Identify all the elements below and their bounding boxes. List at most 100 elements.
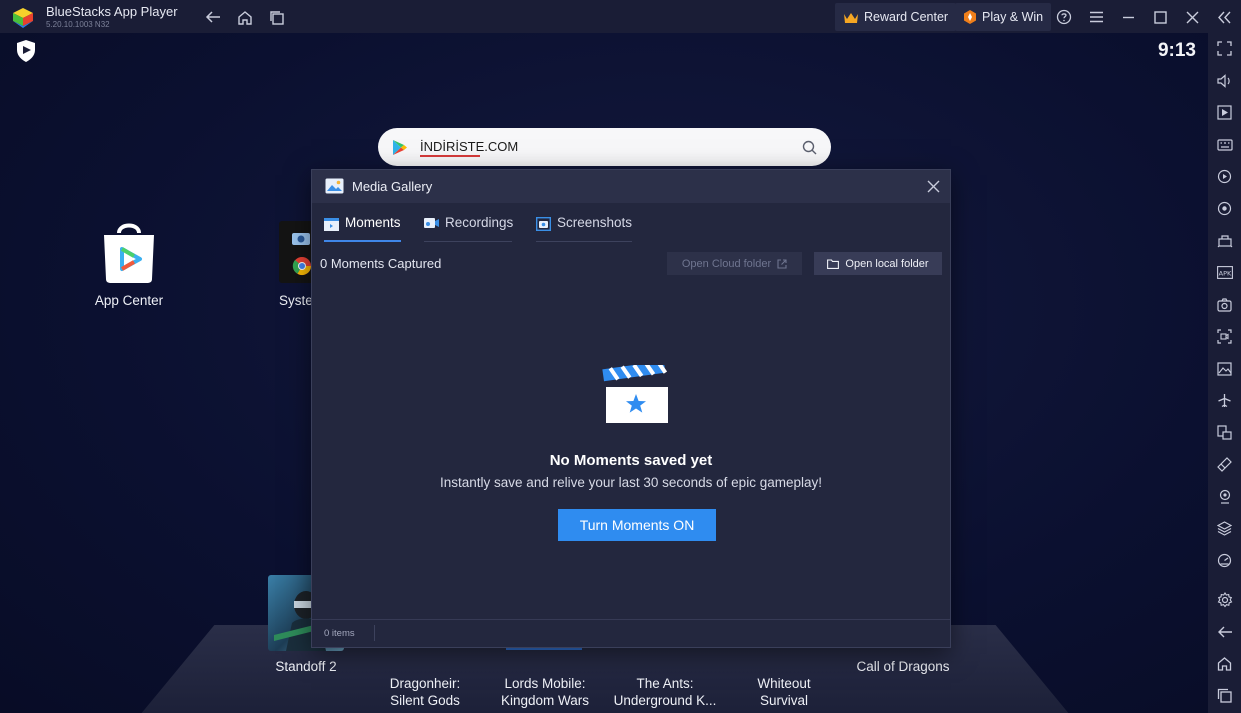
active-tab-indicator <box>324 240 401 242</box>
multi-instance-icon[interactable] <box>1215 423 1234 442</box>
tab-screenshots[interactable]: Screenshots <box>535 215 633 242</box>
home-icon[interactable] <box>235 7 255 27</box>
screenshot-icon[interactable] <box>1215 295 1234 314</box>
open-local-folder-button[interactable]: Open local folder <box>814 252 942 275</box>
reward-center-button[interactable]: Reward Center <box>835 3 957 31</box>
help-icon[interactable] <box>1054 7 1074 27</box>
open-cloud-folder-label: Open Cloud folder <box>681 257 772 270</box>
empty-state-title: No Moments saved yet <box>549 452 713 469</box>
status-clock: 9:13 <box>1157 40 1196 61</box>
bluestacks-window: BlueStacks App Player 5.20.10.1003 N32 R… <box>0 0 1241 713</box>
dock-app-label: The Ants: Underground K... <box>613 676 717 708</box>
collapse-sidebar-icon[interactable] <box>1214 7 1234 27</box>
open-local-folder-label: Open local folder <box>845 257 929 270</box>
svg-text:APK: APK <box>1218 270 1231 278</box>
dialog-footer: 0 items <box>312 619 950 647</box>
media-gallery-icon <box>325 178 344 194</box>
dock-app-lords-mobile[interactable]: Lords Mobile: Kingdom Wars <box>488 658 602 709</box>
apk-icon[interactable]: APK <box>1215 263 1234 282</box>
layers-icon[interactable] <box>1215 519 1234 538</box>
dock-app-the-ants[interactable]: The Ants: Underground K... <box>604 658 726 709</box>
recent-apps-icon[interactable] <box>267 7 287 27</box>
moments-count: 0 Moments Captured <box>320 256 442 271</box>
performance-icon[interactable] <box>1215 231 1234 250</box>
shield-icon[interactable] <box>15 39 37 63</box>
media-tabs: Moments Recordings Screenshots <box>312 203 950 243</box>
play-store-search-bar[interactable]: İNDİRİSTE.COM <box>378 128 831 166</box>
dock-app-label: Dragonheir: Silent Gods <box>389 676 461 708</box>
airplane-mode-icon[interactable] <box>1215 391 1234 410</box>
footer-divider <box>374 625 375 641</box>
screen-record-icon[interactable] <box>1215 327 1234 346</box>
right-sidebar: APK <box>1208 33 1241 713</box>
spellcheck-underline <box>420 155 480 157</box>
turn-moments-on-button[interactable]: Turn Moments ON <box>558 509 716 541</box>
clapperboard-icon <box>602 365 668 423</box>
recent-apps-icon[interactable] <box>1215 686 1234 705</box>
back-arrow-icon[interactable] <box>203 7 223 27</box>
app-version: 5.20.10.1003 N32 <box>46 20 110 29</box>
media-import-icon[interactable] <box>1215 103 1234 122</box>
maximize-icon[interactable] <box>1150 7 1170 27</box>
minimize-icon[interactable] <box>1118 7 1138 27</box>
play-win-label: Play & Win <box>982 10 1044 24</box>
macro-icon[interactable] <box>1215 167 1234 186</box>
tab-recordings[interactable]: Recordings <box>424 215 514 242</box>
system-apps-label: Syste <box>279 293 313 308</box>
recordings-icon <box>424 217 439 232</box>
settings-icon[interactable] <box>1215 590 1234 609</box>
google-play-icon <box>393 140 407 155</box>
dock-app-label: Standoff 2 <box>275 659 337 674</box>
title-bar: BlueStacks App Player 5.20.10.1003 N32 R… <box>0 0 1241 33</box>
tab-label: Recordings <box>445 215 514 230</box>
search-text: İNDİRİSTE.COM <box>420 139 519 154</box>
search-icon[interactable] <box>802 140 817 155</box>
dock-app-label: Call of Dragons <box>856 659 950 674</box>
close-icon[interactable] <box>1182 7 1202 27</box>
dialog-close-icon[interactable] <box>927 180 940 193</box>
app-center-icon <box>104 223 154 283</box>
system-apps-folder-icon <box>279 221 315 283</box>
reward-center-label: Reward Center <box>864 10 949 24</box>
menu-icon[interactable] <box>1086 7 1106 27</box>
eco-mode-icon[interactable] <box>1215 455 1234 474</box>
search-input[interactable]: İNDİRİSTE.COM <box>420 139 519 157</box>
crown-icon <box>843 11 859 24</box>
home-icon[interactable] <box>1215 654 1234 673</box>
sync-icon[interactable] <box>1215 199 1234 218</box>
dock-app-call-of-dragons[interactable]: Call of Dragons <box>846 658 960 675</box>
dock-app-whiteout-survival[interactable]: Whiteout Survival <box>734 658 834 709</box>
folder-icon <box>827 258 840 269</box>
dialog-title: Media Gallery <box>352 179 433 194</box>
screenshots-icon <box>535 216 552 234</box>
dock-app-dragonheir[interactable]: Dragonheir: Silent Gods <box>370 658 480 709</box>
tab-label: Screenshots <box>557 215 633 230</box>
media-folder-icon[interactable] <box>1215 359 1234 378</box>
keyboard-icon[interactable] <box>1215 135 1234 154</box>
play-win-button[interactable]: Play & Win <box>955 3 1052 31</box>
app-center-shortcut[interactable]: App Center <box>88 219 170 309</box>
items-count: 0 items <box>324 628 355 639</box>
fullscreen-icon[interactable] <box>1215 39 1234 58</box>
empty-state-subtitle: Instantly save and relive your last 30 s… <box>440 475 822 490</box>
tab-label: Moments <box>345 215 401 230</box>
location-icon[interactable] <box>1215 487 1234 506</box>
moments-icon <box>324 217 339 234</box>
dock-app-standoff-2[interactable]: Standoff 2 <box>256 658 356 675</box>
back-icon[interactable] <box>1215 622 1234 641</box>
play-win-icon <box>963 10 977 24</box>
app-title: BlueStacks App Player <box>46 4 178 19</box>
tab-moments[interactable]: Moments <box>324 215 401 242</box>
speed-icon[interactable] <box>1215 551 1234 570</box>
media-gallery-dialog: Media Gallery Moments Recordings Screens… <box>311 169 951 648</box>
bluestacks-logo <box>13 8 33 28</box>
app-center-label: App Center <box>94 293 164 308</box>
dialog-header: Media Gallery <box>312 170 950 203</box>
external-link-icon <box>777 258 787 269</box>
tab-baseline <box>536 241 632 242</box>
open-cloud-folder-button[interactable]: Open Cloud folder <box>667 252 802 275</box>
volume-icon[interactable] <box>1215 71 1234 90</box>
dock-app-label: Whiteout Survival <box>757 676 811 708</box>
tab-baseline <box>424 241 512 242</box>
dock-app-label: Lords Mobile: Kingdom Wars <box>500 676 590 708</box>
